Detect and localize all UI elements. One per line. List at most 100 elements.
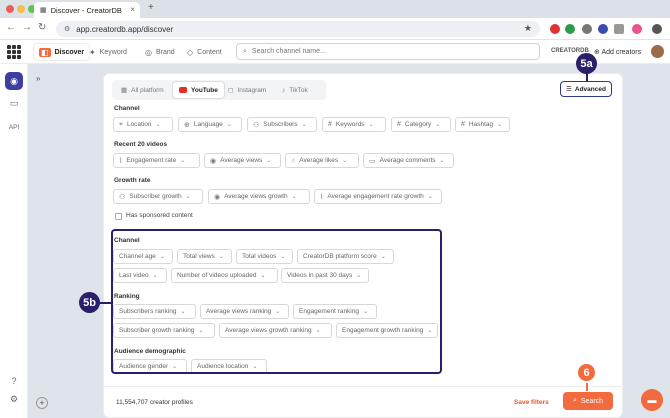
chip-label: Average engagement rate growth [327, 193, 424, 200]
extension-icon-green[interactable] [565, 24, 575, 34]
minimize-window-button[interactable] [17, 5, 25, 13]
grid-icon: ▦ [121, 87, 128, 94]
location-pin-icon: ⌖ [119, 120, 123, 128]
youtube-icon [179, 87, 187, 93]
close-window-button[interactable] [6, 5, 14, 13]
filter-subscribers[interactable]: ⚇ Subscribers ⌄ [247, 117, 317, 132]
extensions-puzzle-icon[interactable] [614, 24, 624, 34]
profile-icon[interactable] [652, 24, 662, 34]
add-creators-button[interactable]: ⊕ Add creators [594, 48, 641, 56]
sidebar-item-api[interactable]: API [5, 118, 23, 136]
filter-language[interactable]: ⊕ Language ⌄ [178, 117, 242, 132]
filter-hashtag[interactable]: # Hashtag ⌄ [455, 117, 510, 132]
section-title-growth: Growth rate [114, 177, 151, 184]
search-icon: ⌕ [243, 47, 247, 55]
bookmark-star-icon[interactable]: ★ [524, 23, 532, 34]
filter-category[interactable]: # Category ⌄ [391, 117, 451, 132]
extension-icon-grey[interactable] [582, 24, 592, 34]
eye-icon: ◉ [214, 193, 221, 201]
advanced-button[interactable]: ☰ Advanced [560, 81, 612, 97]
hash-icon: # [397, 121, 401, 128]
search-button[interactable]: ⌕ Search [563, 392, 613, 410]
platform-tab-all[interactable]: ▦ All platform [115, 82, 170, 98]
filter-location[interactable]: ⌖ Location ⌄ [113, 117, 173, 132]
browser-titlebar: ▦ Discover - CreatorDB × + [0, 0, 670, 18]
new-tab-button[interactable]: + [148, 2, 154, 13]
help-icon[interactable]: ? [5, 372, 23, 390]
chat-support-icon[interactable]: ▬ [641, 389, 663, 411]
filter-average-views[interactable]: ◉ Average views ⌄ [204, 153, 281, 168]
nav-tab-discover[interactable]: ◧ Discover [34, 44, 90, 60]
nav-tab-keyword[interactable]: ✦ Keyword [84, 44, 132, 60]
expand-sidebar-icon[interactable]: » [36, 74, 40, 83]
users-icon: ⚇ [253, 121, 260, 129]
chevron-down-icon: ⌄ [368, 122, 374, 128]
sidebar-item-folder[interactable]: ▭ [5, 94, 23, 112]
section-title-channel: Channel [114, 105, 140, 112]
browser-toolbar: ← → ↻ ⚙ app.creatordb.app/discover ★ [0, 18, 670, 40]
platform-tab-label: All platform [131, 86, 164, 94]
chip-label: Location [126, 121, 152, 128]
platform-tab-instagram[interactable]: ◻ Instagram [222, 82, 272, 98]
app-grid-logo-icon[interactable] [7, 45, 21, 59]
nav-tab-brand[interactable]: ◎ Brand [140, 44, 180, 60]
extension-icon-pink[interactable] [632, 24, 642, 34]
tab-favicon-icon: ▦ [40, 7, 47, 14]
reload-icon[interactable]: ↻ [38, 22, 46, 33]
add-icon[interactable]: + [36, 397, 48, 409]
nav-tab-content[interactable]: ◇ Content [182, 44, 227, 60]
browser-tab[interactable]: ▦ Discover - CreatorDB × [34, 2, 140, 18]
instagram-icon: ◻ [228, 87, 234, 94]
thumbs-up-icon: ☝ [291, 157, 296, 165]
chip-label: Language [193, 121, 223, 128]
line-chart-icon: ⌇ [320, 193, 324, 201]
section-title-recent: Recent 20 videos [114, 141, 168, 148]
advanced-filters-highlight [111, 229, 442, 374]
filter-average-likes[interactable]: ☝ Average likes ⌄ [285, 153, 359, 168]
sidebar-item-discover[interactable]: ◉ [5, 72, 23, 90]
nav-tab-label: Content [197, 48, 222, 56]
extension-icon-blue[interactable] [598, 24, 608, 34]
creator-profiles-count: 11,554,707 creator profiles [116, 399, 193, 406]
users-icon: ⚇ [119, 193, 126, 201]
brand-icon: ◎ [145, 47, 152, 57]
site-info-icon[interactable]: ⚙ [64, 25, 70, 33]
filter-engagement-rate-growth[interactable]: ⌇ Average engagement rate growth ⌄ [314, 189, 442, 204]
chevron-down-icon: ⌄ [180, 158, 186, 164]
chip-label: Average comments [379, 157, 436, 164]
filter-average-comments[interactable]: ▭ Average comments ⌄ [363, 153, 454, 168]
extension-icon-red[interactable] [550, 24, 560, 34]
platform-tab-youtube[interactable]: YouTube [173, 82, 224, 98]
line-chart-icon: ⌇ [119, 157, 123, 165]
forward-icon[interactable]: → [22, 22, 32, 33]
chevron-down-icon: ⌄ [266, 158, 272, 164]
tab-close-icon[interactable]: × [130, 5, 135, 14]
search-icon: ⌕ [572, 397, 577, 404]
save-filters-button[interactable]: Save filters [514, 399, 549, 406]
filter-engagement-rate[interactable]: ⌇ Engagement rate ⌄ [113, 153, 200, 168]
filter-subscriber-growth[interactable]: ⚇ Subscriber growth ⌄ [113, 189, 203, 204]
filter-keywords[interactable]: # Keywords ⌄ [322, 117, 386, 132]
chevron-down-icon: ⌄ [185, 194, 191, 200]
nav-tab-label: Discover [54, 48, 85, 56]
chip-label: Subscribers [263, 121, 298, 128]
sliders-icon: ☰ [566, 86, 572, 93]
globe-icon: ⊕ [184, 121, 190, 129]
chevron-down-icon: ⌄ [342, 158, 348, 164]
comment-icon: ▭ [369, 157, 376, 165]
settings-icon[interactable]: ⚙ [5, 390, 23, 408]
platform-tab-label: Instagram [237, 86, 267, 94]
globe-icon: ◉ [10, 75, 18, 86]
filter-average-views-growth[interactable]: ◉ Average views growth ⌄ [208, 189, 310, 204]
folder-icon: ▭ [9, 97, 19, 108]
user-avatar[interactable] [651, 45, 664, 58]
sponsored-checkbox[interactable] [115, 213, 122, 220]
channel-search-input[interactable]: ⌕ Search channel name... [236, 43, 540, 60]
chip-label: Average views growth [224, 193, 288, 200]
address-bar[interactable]: ⚙ app.creatordb.app/discover ★ [56, 21, 540, 37]
platform-tab-tiktok[interactable]: ♪ TikTok [276, 82, 314, 98]
chevron-down-icon: ⌄ [439, 158, 445, 164]
back-icon[interactable]: ← [6, 22, 16, 33]
content-icon: ◇ [187, 47, 194, 57]
panel-footer: 11,554,707 creator profiles Save filters… [104, 386, 624, 418]
